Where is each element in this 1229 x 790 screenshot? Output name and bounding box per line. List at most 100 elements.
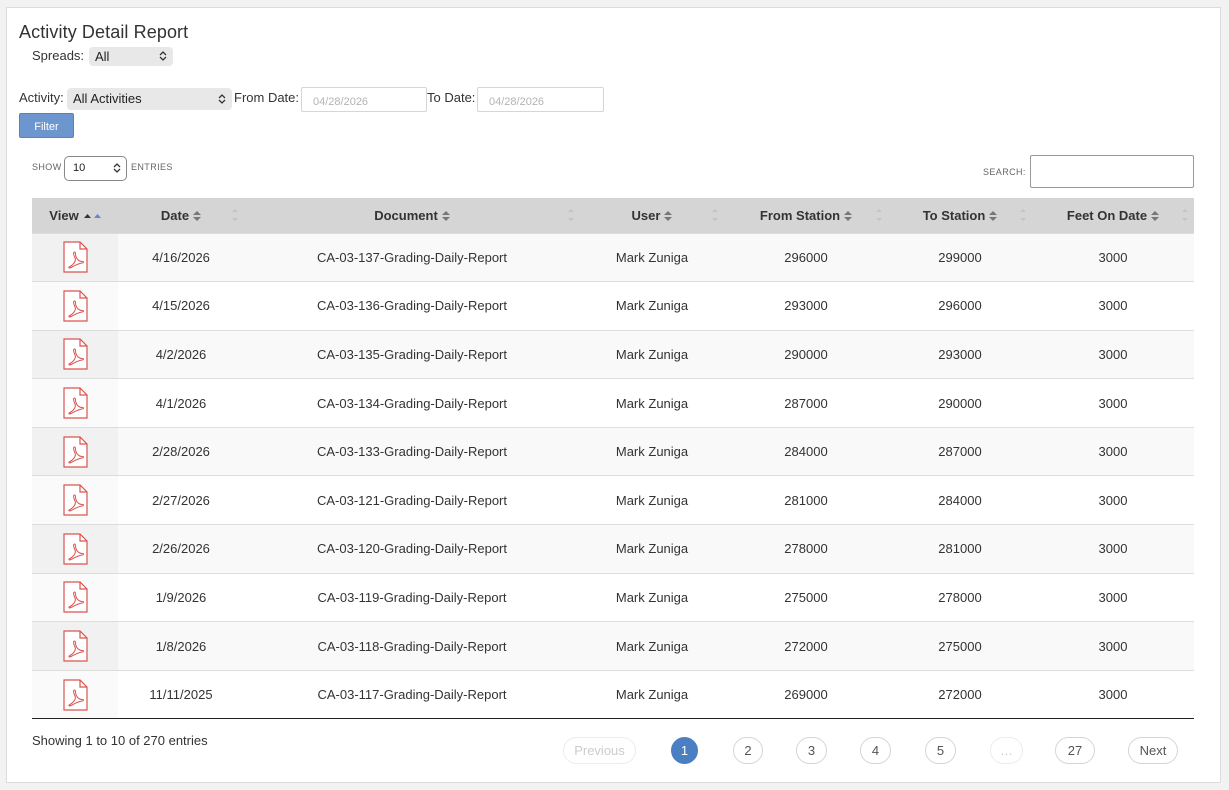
feet-on-date-cell: 3000 (1032, 524, 1194, 574)
pdf-icon[interactable] (62, 436, 88, 468)
table-row[interactable]: 11/11/2025 CA-03-117-Grading-Daily-Repor… (32, 669, 1194, 720)
date-cell: 4/16/2026 (118, 232, 244, 282)
to-station-cell: 296000 (888, 281, 1032, 331)
pagination-next[interactable]: Next (1128, 737, 1178, 764)
date-cell: 1/9/2026 (118, 572, 244, 622)
activity-select[interactable]: All Activities (67, 88, 232, 110)
from-station-cell: 287000 (724, 378, 888, 428)
feet-on-date-cell: 3000 (1032, 232, 1194, 282)
view-cell[interactable] (32, 621, 118, 671)
column-header-user[interactable]: User (580, 198, 724, 233)
activity-select-value: All Activities (73, 91, 142, 106)
user-cell: Mark Zuniga (580, 475, 724, 525)
view-cell[interactable] (32, 426, 118, 476)
to-date-label: To Date: (427, 90, 476, 105)
user-cell: Mark Zuniga (580, 378, 724, 428)
date-cell: 11/11/2025 (118, 669, 244, 720)
table-row[interactable]: 1/8/2026 CA-03-118-Grading-Daily-Report … (32, 621, 1194, 671)
date-cell: 2/28/2026 (118, 426, 244, 476)
table-row[interactable]: 4/15/2026 CA-03-136-Grading-Daily-Report… (32, 281, 1194, 331)
view-cell[interactable] (32, 475, 118, 525)
activity-table: View Date Document User From Station To … (32, 198, 1194, 720)
pagination-previous[interactable]: Previous (563, 737, 636, 764)
spreads-select[interactable]: All (89, 47, 173, 66)
pagination-page-2[interactable]: 2 (733, 737, 763, 764)
view-cell[interactable] (32, 378, 118, 428)
pdf-icon[interactable] (62, 679, 88, 711)
date-cell: 1/8/2026 (118, 621, 244, 671)
column-header-date[interactable]: Date (118, 198, 244, 233)
column-resize-icon (876, 209, 882, 221)
date-cell: 4/1/2026 (118, 378, 244, 428)
pdf-icon[interactable] (62, 581, 88, 614)
to-station-cell: 293000 (888, 329, 1032, 379)
pdf-icon[interactable] (62, 533, 88, 565)
from-station-cell: 272000 (724, 621, 888, 671)
pdf-icon[interactable] (62, 290, 88, 322)
view-cell[interactable] (32, 669, 118, 720)
view-cell[interactable] (32, 281, 118, 331)
select-arrows-icon (159, 51, 167, 61)
from-station-cell: 275000 (724, 572, 888, 622)
to-station-cell: 272000 (888, 669, 1032, 720)
from-date-input[interactable]: 04/28/2026 (301, 87, 427, 112)
pdf-icon[interactable] (62, 484, 88, 516)
document-cell: CA-03-117-Grading-Daily-Report (244, 669, 580, 720)
pdf-icon[interactable] (62, 338, 88, 371)
column-header-feet-on-date[interactable]: Feet On Date (1032, 198, 1194, 233)
column-resize-icon (568, 209, 574, 221)
pdf-icon[interactable] (62, 387, 88, 419)
from-station-cell: 284000 (724, 426, 888, 476)
column-header-view[interactable]: View (32, 198, 118, 233)
table-row[interactable]: 4/2/2026 CA-03-135-Grading-Daily-Report … (32, 329, 1194, 379)
column-header-label: Document (374, 207, 438, 223)
user-cell: Mark Zuniga (580, 572, 724, 622)
filter-button[interactable]: Filter (19, 113, 74, 138)
pdf-icon[interactable] (62, 630, 88, 662)
table-row[interactable]: 4/16/2026 CA-03-137-Grading-Daily-Report… (32, 232, 1194, 282)
pagination-page-5[interactable]: 5 (925, 737, 956, 764)
entries-select[interactable]: 10 (64, 156, 127, 181)
column-header-label: Date (160, 207, 190, 223)
table-row[interactable]: 2/28/2026 CA-03-133-Grading-Daily-Report… (32, 426, 1194, 476)
sort-ascending-icon (83, 214, 101, 219)
pagination-page-27[interactable]: 27 (1055, 737, 1095, 764)
table-row[interactable]: 2/26/2026 CA-03-120-Grading-Daily-Report… (32, 524, 1194, 574)
document-cell: CA-03-118-Grading-Daily-Report (244, 621, 580, 671)
pagination-page-3[interactable]: 3 (796, 737, 827, 764)
column-header-to-station[interactable]: To Station (888, 198, 1032, 233)
sort-icon (441, 211, 450, 222)
to-station-cell: 290000 (888, 378, 1032, 428)
view-cell[interactable] (32, 524, 118, 574)
user-cell: Mark Zuniga (580, 329, 724, 379)
search-input[interactable] (1030, 155, 1194, 188)
spreads-label: Spreads: (32, 48, 85, 63)
pagination-page-4[interactable]: 4 (860, 737, 891, 764)
table-body: 4/16/2026 CA-03-137-Grading-Daily-Report… (32, 232, 1194, 720)
column-header-document[interactable]: Document (244, 198, 580, 233)
column-resize-icon (1020, 209, 1026, 221)
column-resize-icon (1182, 209, 1188, 221)
show-label: SHOW (32, 162, 62, 172)
table-row[interactable]: 2/27/2026 CA-03-121-Grading-Daily-Report… (32, 475, 1194, 525)
pdf-icon[interactable] (62, 241, 88, 273)
column-header-from-station[interactable]: From Station (724, 198, 888, 233)
column-header-label: To Station (922, 207, 986, 223)
date-cell: 2/27/2026 (118, 475, 244, 525)
to-date-input[interactable]: 04/28/2026 (477, 87, 604, 112)
pagination-page-1[interactable]: 1 (671, 737, 698, 764)
view-cell[interactable] (32, 232, 118, 282)
view-cell[interactable] (32, 572, 118, 622)
table-row[interactable]: 1/9/2026 CA-03-119-Grading-Daily-Report … (32, 572, 1194, 622)
table-row[interactable]: 4/1/2026 CA-03-134-Grading-Daily-Report … (32, 378, 1194, 428)
sort-icon (989, 211, 998, 222)
select-arrows-icon (113, 163, 121, 173)
feet-on-date-cell: 3000 (1032, 329, 1194, 379)
search-label: SEARCH: (983, 167, 1026, 177)
column-header-label: From Station (759, 207, 841, 223)
view-cell[interactable] (32, 329, 118, 379)
entries-select-value: 10 (73, 162, 86, 174)
from-station-cell: 296000 (724, 232, 888, 282)
spreads-select-value: All (95, 49, 110, 64)
document-cell: CA-03-137-Grading-Daily-Report (244, 232, 580, 282)
